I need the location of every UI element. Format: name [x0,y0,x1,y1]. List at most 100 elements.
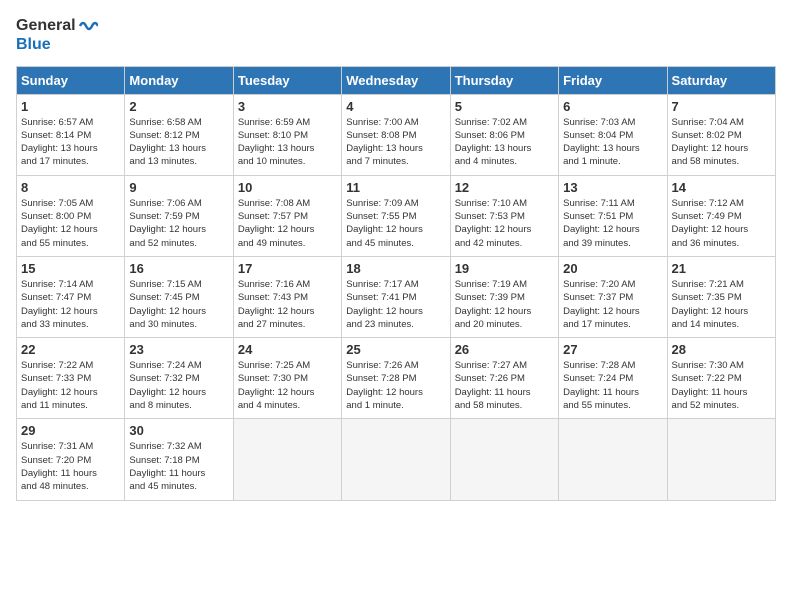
cell-content: Sunrise: 6:57 AMSunset: 8:14 PMDaylight:… [21,116,120,169]
cell-content: Sunrise: 6:58 AMSunset: 8:12 PMDaylight:… [129,116,228,169]
day-number: 10 [238,180,337,195]
logo: General Blue [16,16,98,54]
cell-content: Sunrise: 7:30 AMSunset: 7:22 PMDaylight:… [672,359,771,412]
calendar-cell: 12 Sunrise: 7:10 AMSunset: 7:53 PMDayligh… [450,175,558,256]
calendar-cell: 16Sunrise: 7:15 AMSunset: 7:45 PMDayligh… [125,256,233,337]
calendar-cell: 25 Sunrise: 7:26 AMSunset: 7:28 PMDayligh… [342,338,450,419]
day-number: 19 [455,261,554,276]
cell-content: Sunrise: 7:21 AMSunset: 7:35 PMDaylight:… [672,278,771,331]
day-number: 9 [129,180,228,195]
week-row-3: 15 Sunrise: 7:14 AMSunset: 7:47 PMDayligh… [17,256,776,337]
calendar-cell: 24Sunrise: 7:25 AMSunset: 7:30 PMDayligh… [233,338,341,419]
day-number: 21 [672,261,771,276]
calendar-cell: 20 Sunrise: 7:20 AMSunset: 7:37 PMDayligh… [559,256,667,337]
calendar-cell: 13 Sunrise: 7:11 AMSunset: 7:51 PMDayligh… [559,175,667,256]
cell-content: Sunrise: 7:24 AMSunset: 7:32 PMDaylight:… [129,359,228,412]
calendar-cell: 29 Sunrise: 7:31 AMSunset: 7:20 PMDayligh… [17,419,125,500]
day-number: 15 [21,261,120,276]
cell-content: Sunrise: 7:06 AMSunset: 7:59 PMDaylight:… [129,197,228,250]
col-header-friday: Friday [559,66,667,94]
calendar-cell: 11 Sunrise: 7:09 AMSunset: 7:55 PMDayligh… [342,175,450,256]
logo-blue: Blue [16,36,98,54]
day-number: 25 [346,342,445,357]
calendar-cell: 1 Sunrise: 6:57 AMSunset: 8:14 PMDaylight… [17,94,125,175]
cell-content: Sunrise: 7:05 AMSunset: 8:00 PMDaylight:… [21,197,120,250]
week-row-2: 8Sunrise: 7:05 AMSunset: 8:00 PMDaylight… [17,175,776,256]
cell-content: Sunrise: 7:25 AMSunset: 7:30 PMDaylight:… [238,359,337,412]
calendar-cell: 14Sunrise: 7:12 AMSunset: 7:49 PMDayligh… [667,175,775,256]
day-number: 30 [129,423,228,438]
day-number: 3 [238,99,337,114]
col-header-sunday: Sunday [17,66,125,94]
calendar-cell: 3 Sunrise: 6:59 AMSunset: 8:10 PMDaylight… [233,94,341,175]
week-row-4: 22 Sunrise: 7:22 AMSunset: 7:33 PMDayligh… [17,338,776,419]
day-number: 26 [455,342,554,357]
col-header-saturday: Saturday [667,66,775,94]
cell-content: Sunrise: 7:15 AMSunset: 7:45 PMDaylight:… [129,278,228,331]
cell-content: Sunrise: 7:31 AMSunset: 7:20 PMDaylight:… [21,440,120,493]
calendar-cell: 23 Sunrise: 7:24 AMSunset: 7:32 PMDayligh… [125,338,233,419]
cell-content: Sunrise: 7:19 AMSunset: 7:39 PMDaylight:… [455,278,554,331]
calendar-cell: 10 Sunrise: 7:08 AMSunset: 7:57 PMDayligh… [233,175,341,256]
calendar-cell: 6 Sunrise: 7:03 AMSunset: 8:04 PMDaylight… [559,94,667,175]
calendar-cell: 5Sunrise: 7:02 AMSunset: 8:06 PMDaylight… [450,94,558,175]
day-number: 4 [346,99,445,114]
day-number: 27 [563,342,662,357]
cell-content: Sunrise: 7:12 AMSunset: 7:49 PMDaylight:… [672,197,771,250]
header-row: SundayMondayTuesdayWednesdayThursdayFrid… [17,66,776,94]
day-number: 28 [672,342,771,357]
cell-content: Sunrise: 7:03 AMSunset: 8:04 PMDaylight:… [563,116,662,169]
cell-content: Sunrise: 7:00 AMSunset: 8:08 PMDaylight:… [346,116,445,169]
cell-content: Sunrise: 7:32 AMSunset: 7:18 PMDaylight:… [129,440,228,493]
day-number: 13 [563,180,662,195]
logo-wave-icon [78,16,98,36]
calendar-cell: 30 Sunrise: 7:32 AMSunset: 7:18 PMDayligh… [125,419,233,500]
calendar-cell: 15 Sunrise: 7:14 AMSunset: 7:47 PMDayligh… [17,256,125,337]
col-header-tuesday: Tuesday [233,66,341,94]
cell-content: Sunrise: 7:26 AMSunset: 7:28 PMDaylight:… [346,359,445,412]
cell-content: Sunrise: 7:02 AMSunset: 8:06 PMDaylight:… [455,116,554,169]
cell-content: Sunrise: 7:14 AMSunset: 7:47 PMDaylight:… [21,278,120,331]
calendar-cell [342,419,450,500]
week-row-5: 29 Sunrise: 7:31 AMSunset: 7:20 PMDayligh… [17,419,776,500]
calendar-cell [559,419,667,500]
calendar-cell: 27 Sunrise: 7:28 AMSunset: 7:24 PMDayligh… [559,338,667,419]
cell-content: Sunrise: 7:10 AMSunset: 7:53 PMDaylight:… [455,197,554,250]
calendar-cell: 28 Sunrise: 7:30 AMSunset: 7:22 PMDayligh… [667,338,775,419]
day-number: 1 [21,99,120,114]
day-number: 23 [129,342,228,357]
calendar-cell [667,419,775,500]
day-number: 22 [21,342,120,357]
day-number: 17 [238,261,337,276]
calendar-cell: 26Sunrise: 7:27 AMSunset: 7:26 PMDayligh… [450,338,558,419]
day-number: 6 [563,99,662,114]
calendar-cell: 21 Sunrise: 7:21 AMSunset: 7:35 PMDayligh… [667,256,775,337]
day-number: 29 [21,423,120,438]
cell-content: Sunrise: 7:09 AMSunset: 7:55 PMDaylight:… [346,197,445,250]
cell-content: Sunrise: 7:11 AMSunset: 7:51 PMDaylight:… [563,197,662,250]
calendar-cell [450,419,558,500]
cell-content: Sunrise: 7:28 AMSunset: 7:24 PMDaylight:… [563,359,662,412]
calendar-cell: 2 Sunrise: 6:58 AMSunset: 8:12 PMDaylight… [125,94,233,175]
col-header-monday: Monday [125,66,233,94]
cell-content: Sunrise: 7:20 AMSunset: 7:37 PMDaylight:… [563,278,662,331]
calendar-cell: 18 Sunrise: 7:17 AMSunset: 7:41 PMDayligh… [342,256,450,337]
calendar-cell [233,419,341,500]
week-row-1: 1 Sunrise: 6:57 AMSunset: 8:14 PMDaylight… [17,94,776,175]
cell-content: Sunrise: 7:16 AMSunset: 7:43 PMDaylight:… [238,278,337,331]
col-header-thursday: Thursday [450,66,558,94]
day-number: 12 [455,180,554,195]
day-number: 2 [129,99,228,114]
cell-content: Sunrise: 7:17 AMSunset: 7:41 PMDaylight:… [346,278,445,331]
cell-content: Sunrise: 6:59 AMSunset: 8:10 PMDaylight:… [238,116,337,169]
day-number: 11 [346,180,445,195]
day-number: 20 [563,261,662,276]
page-header: General Blue [16,16,776,54]
col-header-wednesday: Wednesday [342,66,450,94]
cell-content: Sunrise: 7:08 AMSunset: 7:57 PMDaylight:… [238,197,337,250]
day-number: 18 [346,261,445,276]
cell-content: Sunrise: 7:22 AMSunset: 7:33 PMDaylight:… [21,359,120,412]
day-number: 7 [672,99,771,114]
calendar-cell: 7Sunrise: 7:04 AMSunset: 8:02 PMDaylight… [667,94,775,175]
calendar-table: SundayMondayTuesdayWednesdayThursdayFrid… [16,66,776,501]
